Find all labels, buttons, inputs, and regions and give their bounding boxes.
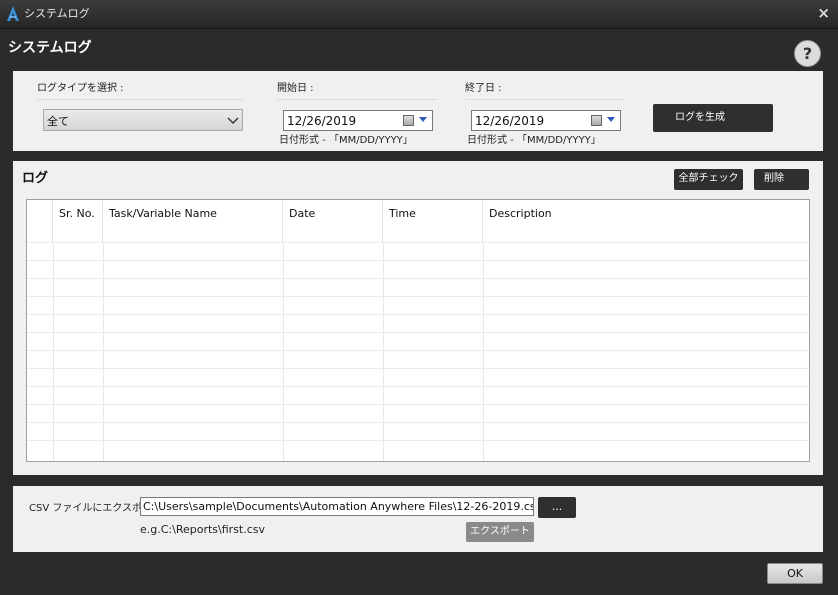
table-row-line bbox=[27, 368, 809, 369]
column-header-date[interactable]: Date bbox=[283, 200, 383, 242]
end-date-hint: 日付形式 - 「MM/DD/YYYY」 bbox=[467, 135, 601, 146]
dropdown-arrow-icon[interactable] bbox=[607, 117, 615, 122]
check-all-button[interactable]: 全部チェック bbox=[674, 169, 743, 190]
table-row-line bbox=[27, 314, 809, 315]
divider bbox=[465, 99, 625, 100]
log-type-label: ログタイプを選択 : bbox=[37, 83, 124, 94]
divider bbox=[277, 99, 437, 100]
calendar-icon[interactable] bbox=[403, 115, 414, 126]
column-header-sr-no[interactable]: Sr. No. bbox=[53, 200, 103, 242]
log-table[interactable]: Sr. No. Task/Variable Name Date Time Des… bbox=[26, 199, 810, 462]
export-label: CSV ファイルにエクスポ : bbox=[29, 503, 149, 514]
table-row-line bbox=[27, 278, 809, 279]
end-date-value: 12/26/2019 bbox=[475, 114, 545, 128]
start-date-label: 開始日 : bbox=[277, 83, 314, 94]
start-date-hint: 日付形式 - 「MM/DD/YYYY」 bbox=[279, 135, 413, 146]
delete-button[interactable]: 削除 bbox=[754, 169, 809, 190]
ok-button[interactable]: OK bbox=[767, 563, 823, 584]
table-row-line bbox=[27, 350, 809, 351]
table-row-line bbox=[27, 404, 809, 405]
end-date-field[interactable]: 12/26/2019 bbox=[471, 110, 621, 131]
end-date-label: 終了日 : bbox=[465, 83, 502, 94]
start-date-value: 12/26/2019 bbox=[287, 114, 357, 128]
export-button[interactable]: エクスポート bbox=[466, 522, 534, 542]
grid-line bbox=[483, 242, 484, 461]
export-path-input[interactable]: C:\Users\sample\Documents\Automation Any… bbox=[140, 497, 534, 516]
column-header-task-name[interactable]: Task/Variable Name bbox=[103, 200, 283, 242]
dropdown-arrow-icon[interactable] bbox=[419, 117, 427, 122]
grid-line bbox=[383, 242, 384, 461]
table-row-line bbox=[27, 296, 809, 297]
export-panel: CSV ファイルにエクスポ : C:\Users\sample\Document… bbox=[13, 486, 823, 552]
grid-line bbox=[53, 242, 54, 461]
export-example: e.g.C:\Reports\first.csv bbox=[140, 523, 266, 536]
grid-line bbox=[283, 242, 284, 461]
table-row-line bbox=[27, 386, 809, 387]
browse-button[interactable]: ... bbox=[538, 497, 576, 518]
divider bbox=[37, 99, 243, 100]
close-icon[interactable]: × bbox=[817, 4, 830, 22]
table-row-line bbox=[27, 440, 809, 441]
log-panel: ログ 全部チェック 削除 Sr. No. Task/Variable Name … bbox=[13, 161, 823, 475]
table-row-line bbox=[27, 242, 809, 243]
generate-log-button[interactable]: ログを生成 bbox=[653, 104, 773, 132]
start-date-field[interactable]: 12/26/2019 bbox=[283, 110, 433, 131]
table-row-line bbox=[27, 422, 809, 423]
checkbox-column-header[interactable] bbox=[27, 200, 53, 242]
filter-panel: ログタイプを選択 : 全て 開始日 : 12/26/2019 日付形式 - 「M… bbox=[13, 71, 823, 151]
app-logo-icon bbox=[7, 6, 19, 21]
help-icon[interactable]: ? bbox=[794, 40, 821, 67]
grid-line bbox=[103, 242, 104, 461]
log-type-select[interactable]: 全て bbox=[43, 109, 243, 131]
window-title: システムログ bbox=[24, 7, 90, 20]
table-row-line bbox=[27, 332, 809, 333]
column-header-description[interactable]: Description bbox=[483, 200, 809, 242]
calendar-icon[interactable] bbox=[591, 115, 602, 126]
table-row-line bbox=[27, 260, 809, 261]
log-section-title: ログ bbox=[22, 171, 49, 186]
chevron-down-icon bbox=[227, 117, 239, 124]
log-type-value: 全て bbox=[47, 115, 69, 128]
column-header-time[interactable]: Time bbox=[383, 200, 483, 242]
page-title: システムログ bbox=[8, 40, 92, 56]
title-bar: システムログ × bbox=[0, 0, 838, 29]
